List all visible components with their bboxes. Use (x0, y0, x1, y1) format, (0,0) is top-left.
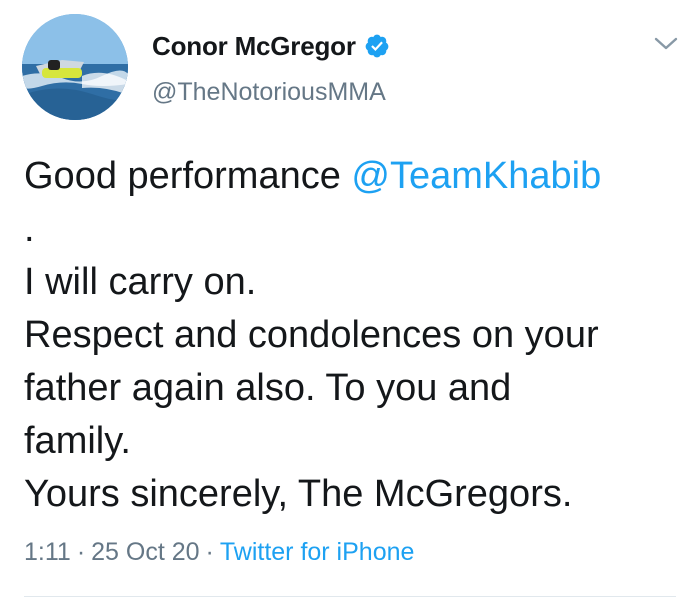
verified-badge-icon (364, 33, 390, 59)
author-handle[interactable]: @TheNotoriousMMA (152, 78, 386, 107)
tweet-card: Conor McGregor @TheNotoriousMMA Good per… (0, 0, 700, 603)
tweet-date[interactable]: 25 Oct 20 (91, 538, 199, 566)
avatar-photo (22, 14, 128, 120)
chevron-down-icon[interactable] (652, 34, 680, 54)
divider (24, 596, 676, 597)
tweet-text-prefix: Good performance (24, 155, 352, 197)
tweet-line-6: family. (24, 420, 131, 462)
tweet-time[interactable]: 1:11 (24, 538, 71, 566)
author-name-row[interactable]: Conor McGregor (152, 28, 390, 64)
mention-link[interactable]: @TeamKhabib (351, 155, 601, 197)
meta-separator: · (76, 538, 86, 566)
meta-separator: · (205, 538, 214, 566)
tweet-line-4: Respect and condolences on your (24, 314, 599, 356)
tweet-metadata: 1:11 · 25 Oct 20 · Twitter for iPhone (24, 538, 414, 567)
tweet-line-3: I will carry on. (24, 261, 257, 303)
tweet-line-1: Good performance @TeamKhabib (24, 150, 684, 203)
tweet-source-link[interactable]: Twitter for iPhone (220, 538, 415, 566)
tweet-line-5: father again also. To you and (24, 367, 512, 409)
tweet-text: Good performance @TeamKhabib . I will ca… (24, 150, 684, 521)
avatar[interactable] (22, 14, 128, 120)
tweet-line-7: Yours sincerely, The McGregors. (24, 473, 573, 515)
display-name[interactable]: Conor McGregor (152, 31, 356, 62)
tweet-line-2: . (24, 208, 35, 250)
